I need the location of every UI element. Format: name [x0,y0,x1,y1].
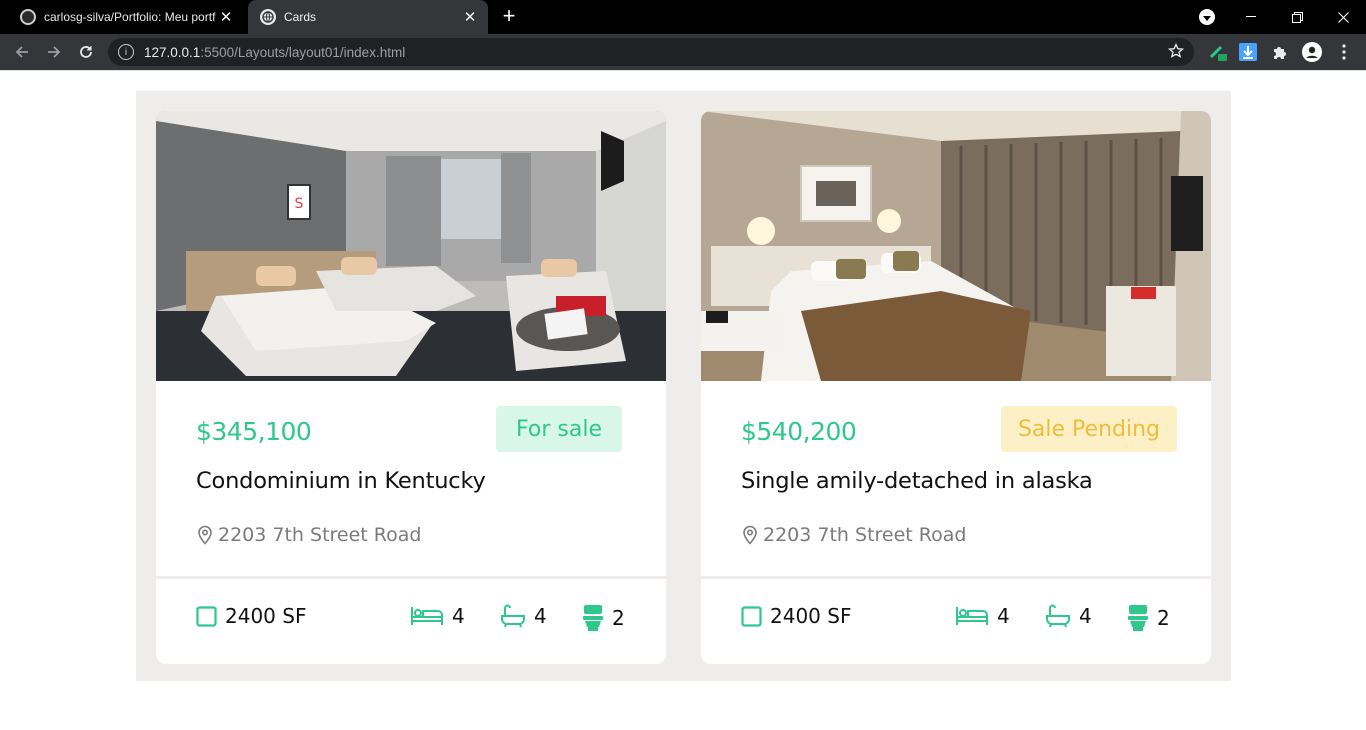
address: 2203 7th Street Road [741,524,966,546]
bed-icon [956,607,988,625]
beds-value: 4 [452,604,465,628]
github-icon [20,9,36,25]
globe-icon [260,9,276,25]
toilets-value: 2 [1157,606,1170,630]
browser-tabstrip: carlosg-silva/Portfolio: Meu portfólio ✕… [0,0,1366,34]
baths-feature: 4 [500,604,547,628]
svg-text:S: S [295,196,304,212]
status-badge: Sale Pending [1001,406,1177,452]
address-text: 2203 7th Street Road [763,524,967,546]
status-badge: For sale [496,406,622,452]
forward-icon[interactable] [40,38,68,66]
card-divider [701,576,1211,579]
beds-value: 4 [997,604,1010,628]
reload-icon[interactable] [72,38,100,66]
beds-feature: 4 [955,604,1010,628]
address-bar[interactable]: i 127.0.0.1:5500/Layouts/layout01/index.… [108,38,1194,66]
menu-kebab-icon[interactable] [1334,42,1354,62]
tab-title: Cards [284,10,317,24]
property-photo: S [156,111,666,381]
extension-pen-icon[interactable] [1208,42,1228,62]
location-pin-icon [743,525,757,545]
bathtub-icon [501,604,525,628]
property-photo [701,111,1211,381]
tab-title: carlosg-silva/Portfolio: Meu portfólio [44,10,216,24]
baths-value: 4 [1079,604,1092,628]
extensions-puzzle-icon[interactable] [1270,42,1290,62]
toilet-icon [583,605,603,631]
beds-feature: 4 [410,604,465,628]
bathtub-icon [1046,604,1070,628]
baths-value: 4 [534,604,547,628]
site-info-icon[interactable]: i [118,44,134,60]
download-extension-icon[interactable] [1238,42,1258,62]
toilet-icon [1128,605,1148,631]
back-icon[interactable] [8,38,36,66]
property-card[interactable]: $540,200 Sale Pending Single amily-detac… [701,111,1211,664]
bookmark-star-icon[interactable] [1167,42,1185,63]
new-tab-button[interactable]: + [498,5,520,28]
property-title[interactable]: Condominium in Kentucky [196,468,486,494]
square-area-icon [741,605,762,627]
toilets-feature: 2 [582,604,625,632]
url-text: 127.0.0.1:5500/Layouts/layout01/index.ht… [144,44,406,60]
browser-toolbar: i 127.0.0.1:5500/Layouts/layout01/index.… [0,34,1366,70]
card-divider [156,576,666,579]
area-feature: 2400 SF [196,604,306,628]
toilets-feature: 2 [1127,604,1170,632]
page: S $345,100 For sale Condominium in Kentu… [0,71,1366,730]
cards-container: S $345,100 For sale Condominium in Kentu… [136,91,1231,681]
area-value: 2400 SF [225,604,307,628]
area-feature: 2400 SF [741,604,851,628]
tab-close-icon[interactable]: ✕ [216,7,236,27]
minimize-button[interactable] [1228,0,1274,34]
restore-button[interactable] [1274,0,1320,34]
price: $540,200 [741,417,857,446]
profile-avatar-icon[interactable] [1302,42,1322,62]
property-title[interactable]: Single amily-detached in alaska [741,468,1093,494]
property-card[interactable]: S $345,100 For sale Condominium in Kentu… [156,111,666,664]
price: $345,100 [196,417,312,446]
tab-cards[interactable]: Cards ✕ [248,0,488,34]
toilets-value: 2 [612,606,625,630]
area-value: 2400 SF [770,604,852,628]
tab-search-icon[interactable] [1199,9,1215,25]
tab-portfolio[interactable]: carlosg-silva/Portfolio: Meu portfólio ✕ [8,0,244,34]
address: 2203 7th Street Road [196,524,421,546]
close-window-button[interactable] [1320,0,1366,34]
baths-feature: 4 [1045,604,1092,628]
bed-icon [411,607,443,625]
location-pin-icon [198,525,212,545]
address-text: 2203 7th Street Road [218,524,422,546]
tab-close-icon[interactable]: ✕ [460,7,480,27]
square-area-icon [196,605,217,627]
